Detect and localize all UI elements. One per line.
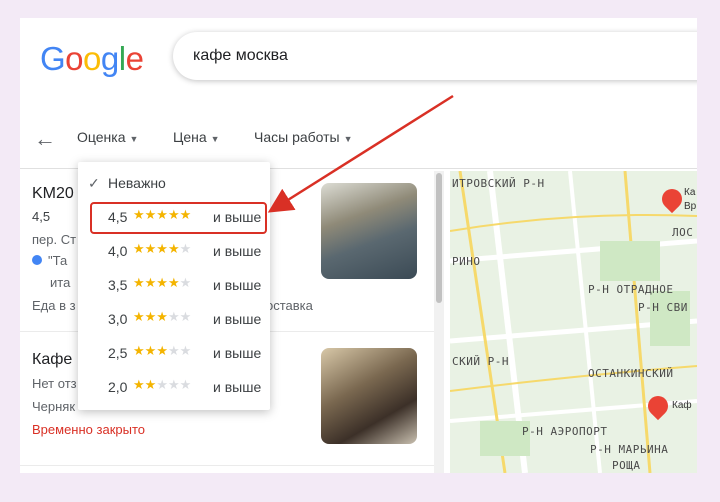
annotation-arrow-icon [267, 94, 454, 213]
browser-content: Google кафе москва ← Оценка ▼ Цена ▼ Часы … [20, 18, 697, 473]
